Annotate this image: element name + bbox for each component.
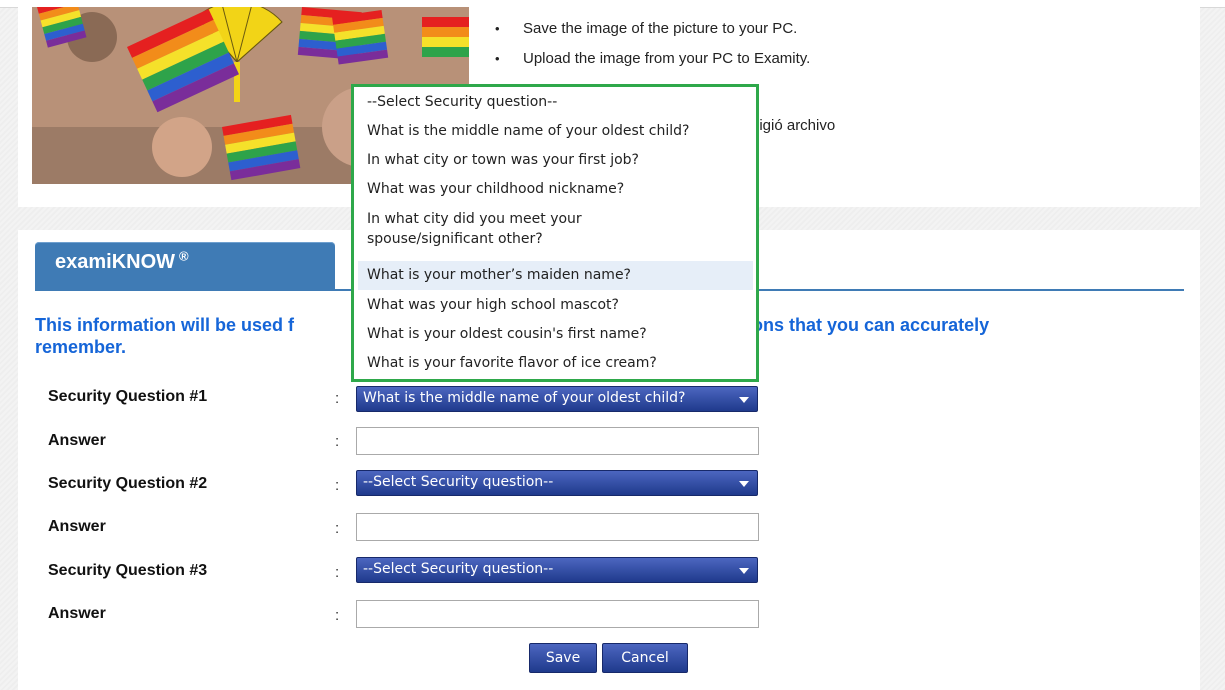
colon: : [335, 390, 340, 407]
answer-3-input[interactable] [356, 600, 759, 628]
tab-examiknow[interactable]: examiKNOW ® [35, 242, 335, 289]
file-status-text: ligió archivo [756, 117, 836, 134]
answer-1-input[interactable] [356, 427, 759, 455]
dropdown-option[interactable]: What was your childhood nickname? [358, 179, 753, 199]
security-question-dropdown-list: --Select Security question-- What is the… [351, 84, 759, 382]
dropdown-option[interactable]: What is the middle name of your oldest c… [358, 121, 753, 141]
security-question-3-label: Security Question #3 [48, 562, 208, 579]
security-question-2-select[interactable]: --Select Security question-- [356, 470, 758, 496]
instruction-item: • Upload the image from your PC to Examit… [495, 50, 811, 67]
cancel-button[interactable]: Cancel [602, 643, 688, 673]
dropdown-option-highlighted[interactable]: What is your mother’s maiden name? [358, 261, 753, 290]
instruction-item: • Save the image of the picture to your P… [495, 20, 798, 37]
chevron-down-icon [739, 568, 749, 574]
security-question-1-label: Security Question #1 [48, 388, 208, 405]
answer-2-label: Answer [48, 518, 106, 535]
save-button[interactable]: Save [529, 643, 597, 673]
dropdown-option[interactable]: What is your oldest cousin's first name? [358, 324, 753, 344]
dropdown-option[interactable]: What was your high school mascot? [358, 295, 753, 315]
dropdown-option[interactable]: In what city or town was your first job? [358, 150, 753, 170]
chevron-down-icon [739, 397, 749, 403]
colon: : [335, 433, 340, 450]
dropdown-option[interactable]: What is your favorite flavor of ice crea… [358, 353, 753, 373]
colon: : [335, 564, 340, 581]
dropdown-option[interactable]: --Select Security question-- [358, 92, 753, 112]
answer-2-input[interactable] [356, 513, 759, 541]
answer-3-label: Answer [48, 605, 106, 622]
security-question-3-select[interactable]: --Select Security question-- [356, 557, 758, 583]
dropdown-option[interactable]: In what city did you meet your spouse/si… [358, 209, 648, 249]
colon: : [335, 607, 340, 624]
security-question-1-select[interactable]: What is the middle name of your oldest c… [356, 386, 758, 412]
answer-1-label: Answer [48, 432, 106, 449]
colon: : [335, 520, 340, 537]
colon: : [335, 477, 340, 494]
security-question-2-label: Security Question #2 [48, 475, 208, 492]
chevron-down-icon [739, 481, 749, 487]
